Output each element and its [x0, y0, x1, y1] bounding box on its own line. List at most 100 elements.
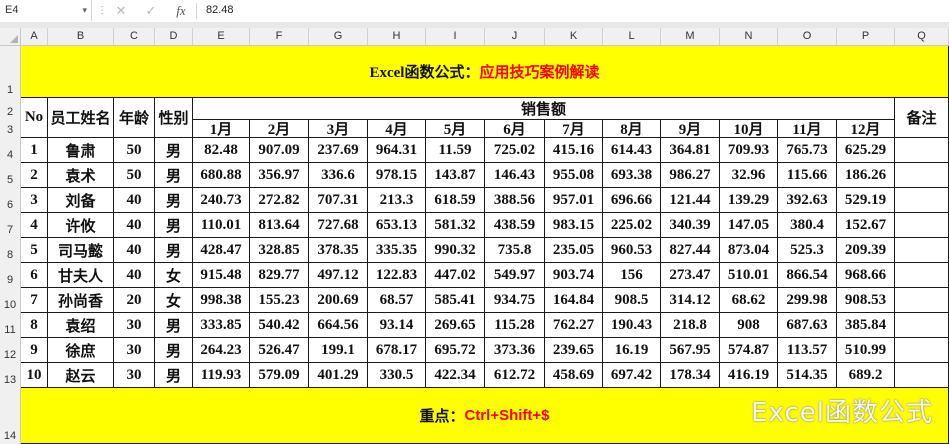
cell-sales-value[interactable]: 146.43	[485, 163, 545, 188]
column-header-b[interactable]: B	[48, 28, 114, 46]
cell-sales-value[interactable]: 873.04	[720, 238, 778, 263]
cell-sales-value[interactable]: 709.93	[720, 138, 778, 163]
cell-note[interactable]	[895, 338, 949, 363]
formula-input[interactable]: 82.48	[206, 0, 234, 21]
header-gender[interactable]: 性别	[155, 98, 193, 138]
row-header-6[interactable]: 6	[0, 188, 21, 213]
column-header-n[interactable]: N	[720, 28, 778, 46]
cell-sales-value[interactable]: 336.6	[309, 163, 368, 188]
cell-sales-value[interactable]: 510.99	[837, 338, 895, 363]
cell-sales-value[interactable]: 687.63	[778, 313, 837, 338]
row-header-10[interactable]: 10	[0, 288, 21, 313]
cell-gender[interactable]: 男	[155, 363, 193, 388]
cell-sales-value[interactable]: 401.29	[309, 363, 368, 388]
cell-sales-value[interactable]: 388.56	[485, 188, 545, 213]
cell-sales-value[interactable]: 16.19	[603, 338, 661, 363]
cell-sales-value[interactable]: 697.42	[603, 363, 661, 388]
cell-sales-value[interactable]: 416.19	[720, 363, 778, 388]
cell-sales-value[interactable]: 612.72	[485, 363, 545, 388]
cell-sales-value[interactable]: 93.14	[368, 313, 426, 338]
column-header-h[interactable]: H	[368, 28, 426, 46]
cell-note[interactable]	[895, 163, 949, 188]
cell-sales-value[interactable]: 968.66	[837, 263, 895, 288]
header-month[interactable]: 5月	[426, 120, 485, 138]
cell-sales-value[interactable]: 272.82	[250, 188, 309, 213]
cell-sales-value[interactable]: 908	[720, 313, 778, 338]
cell-sales-value[interactable]: 269.65	[426, 313, 485, 338]
row-header-2[interactable]: 2	[0, 98, 21, 120]
cell-note[interactable]	[895, 238, 949, 263]
cell-age[interactable]: 40	[114, 263, 155, 288]
column-header-g[interactable]: G	[309, 28, 368, 46]
header-month[interactable]: 10月	[720, 120, 778, 138]
header-name[interactable]: 员工姓名	[48, 98, 114, 138]
cell-sales-value[interactable]: 190.43	[603, 313, 661, 338]
cell-gender[interactable]: 男	[155, 238, 193, 263]
cell-sales-value[interactable]: 213.3	[368, 188, 426, 213]
cell-sales-value[interactable]: 314.12	[661, 288, 720, 313]
cell-name[interactable]: 孙尚香	[48, 288, 114, 313]
cell-sales-value[interactable]: 415.16	[545, 138, 603, 163]
column-header-m[interactable]: M	[661, 28, 720, 46]
column-header-l[interactable]: L	[603, 28, 661, 46]
cell-note[interactable]	[895, 138, 949, 163]
cancel-icon[interactable]: ✕	[112, 1, 130, 21]
cell-sales-value[interactable]: 458.69	[545, 363, 603, 388]
cell-sales-value[interactable]: 983.15	[545, 213, 603, 238]
cell-no[interactable]: 3	[21, 188, 48, 213]
cell-sales-value[interactable]: 735.8	[485, 238, 545, 263]
cell-sales-value[interactable]: 328.85	[250, 238, 309, 263]
cell-sales-value[interactable]: 299.98	[778, 288, 837, 313]
cell-sales-value[interactable]: 618.59	[426, 188, 485, 213]
cell-sales-value[interactable]: 115.66	[778, 163, 837, 188]
cell-note[interactable]	[895, 288, 949, 313]
cell-sales-value[interactable]: 139.29	[720, 188, 778, 213]
header-month[interactable]: 4月	[368, 120, 426, 138]
cell-age[interactable]: 40	[114, 213, 155, 238]
cell-sales-value[interactable]: 330.5	[368, 363, 426, 388]
cell-sales-value[interactable]: 122.83	[368, 263, 426, 288]
cell-gender[interactable]: 女	[155, 263, 193, 288]
column-header-c[interactable]: C	[114, 28, 155, 46]
cell-note[interactable]	[895, 188, 949, 213]
cell-no[interactable]: 2	[21, 163, 48, 188]
cell-sales-value[interactable]: 152.67	[837, 213, 895, 238]
header-month[interactable]: 8月	[603, 120, 661, 138]
header-month[interactable]: 12月	[837, 120, 895, 138]
cell-age[interactable]: 30	[114, 313, 155, 338]
header-month[interactable]: 3月	[309, 120, 368, 138]
cell-sales-value[interactable]: 428.47	[193, 238, 250, 263]
cell-age[interactable]: 50	[114, 138, 155, 163]
cell-sales-value[interactable]: 765.73	[778, 138, 837, 163]
header-month[interactable]: 11月	[778, 120, 837, 138]
cell-sales-value[interactable]: 380.4	[778, 213, 837, 238]
cell-sales-value[interactable]: 678.17	[368, 338, 426, 363]
cell-gender[interactable]: 男	[155, 213, 193, 238]
cell-sales-value[interactable]: 164.84	[545, 288, 603, 313]
cell-sales-value[interactable]: 264.23	[193, 338, 250, 363]
cell-sales-value[interactable]: 707.31	[309, 188, 368, 213]
cell-sales-value[interactable]: 908.53	[837, 288, 895, 313]
cell-sales-value[interactable]: 237.69	[309, 138, 368, 163]
cell-sales-value[interactable]: 239.65	[545, 338, 603, 363]
cell-sales-value[interactable]: 915.48	[193, 263, 250, 288]
cell-sales-value[interactable]: 827.44	[661, 238, 720, 263]
cell-sales-value[interactable]: 392.63	[778, 188, 837, 213]
cell-no[interactable]: 8	[21, 313, 48, 338]
cell-sales-value[interactable]: 689.2	[837, 363, 895, 388]
cell-sales-value[interactable]: 510.01	[720, 263, 778, 288]
cell-name[interactable]: 司马懿	[48, 238, 114, 263]
cell-sales-value[interactable]: 829.77	[250, 263, 309, 288]
cell-sales-value[interactable]: 903.74	[545, 263, 603, 288]
cell-sales-value[interactable]: 529.19	[837, 188, 895, 213]
cell-sales-value[interactable]: 364.81	[661, 138, 720, 163]
cell-sales-value[interactable]: 525.3	[778, 238, 837, 263]
select-all-button[interactable]	[0, 28, 21, 46]
row-header-4[interactable]: 4	[0, 138, 21, 163]
cell-age[interactable]: 40	[114, 188, 155, 213]
chevron-down-icon[interactable]: ▾	[82, 0, 87, 21]
cell-sales-value[interactable]: 147.05	[720, 213, 778, 238]
cell-sales-value[interactable]: 115.28	[485, 313, 545, 338]
cell-gender[interactable]: 男	[155, 138, 193, 163]
cell-age[interactable]: 40	[114, 238, 155, 263]
